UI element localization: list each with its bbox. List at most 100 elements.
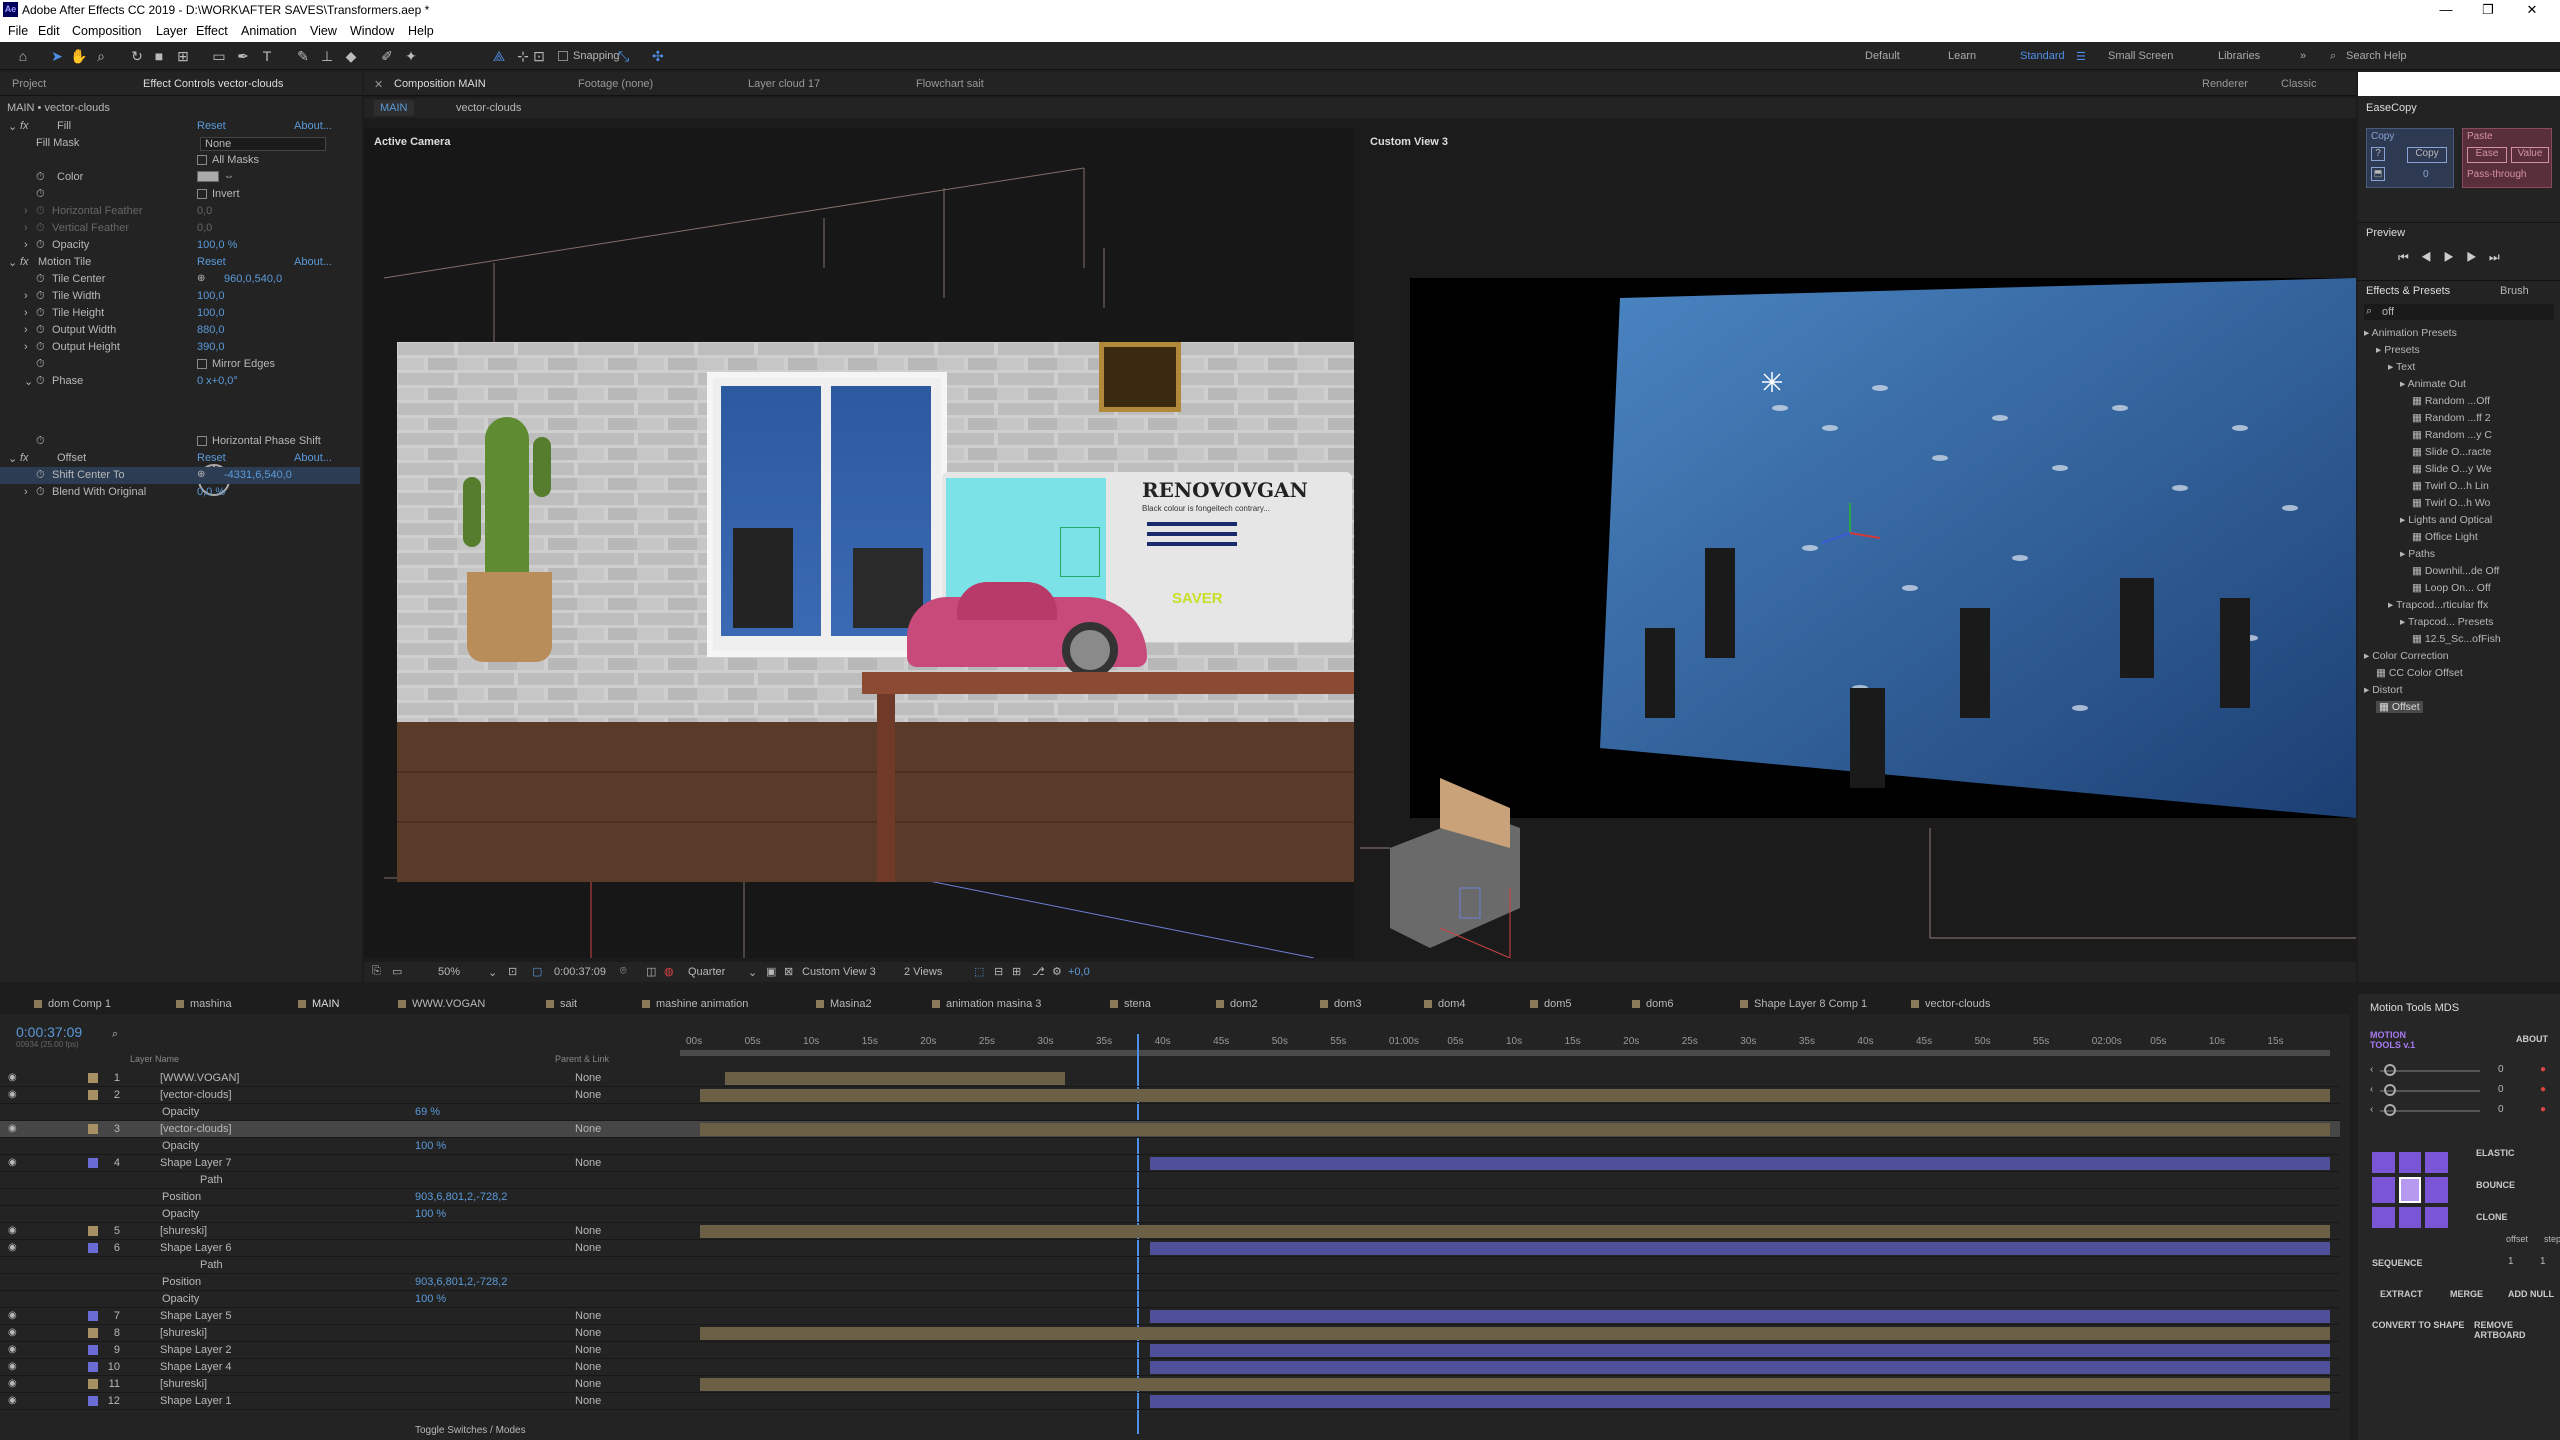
layer-duration-bar[interactable] xyxy=(700,1089,2330,1102)
stopwatch-icon[interactable]: ⏱ xyxy=(36,222,45,235)
pen-tool-icon[interactable]: ✒ xyxy=(234,47,252,65)
pass-through-checkbox[interactable]: Pass-through xyxy=(2467,169,2526,180)
add-null-button[interactable]: ADD NULL xyxy=(2508,1289,2554,1299)
timeline-tab[interactable]: dom6 xyxy=(1646,998,1674,1010)
anchor-cell[interactable] xyxy=(2425,1152,2448,1174)
all-masks-checkbox[interactable] xyxy=(197,155,207,166)
effects-tree-item[interactable]: ▦ Random ...ff 2 xyxy=(2412,412,2491,424)
property-name[interactable]: Path xyxy=(200,1259,223,1271)
fx-icon[interactable]: fx xyxy=(20,256,29,268)
label-color-swatch[interactable] xyxy=(88,1226,98,1236)
property-value[interactable]: 100,0 xyxy=(197,307,225,319)
timeline-tab[interactable]: dom4 xyxy=(1438,998,1466,1010)
anchor-cell[interactable] xyxy=(2372,1152,2395,1174)
pan-behind-icon[interactable]: ⊞ xyxy=(174,47,192,65)
close-button[interactable]: ✕ xyxy=(2522,2,2542,18)
property-name[interactable]: Opacity xyxy=(162,1106,199,1118)
expand-arrow-icon[interactable]: ⌄ xyxy=(8,256,17,269)
stopwatch-icon[interactable]: ⏱ xyxy=(36,307,45,320)
rectangle-tool-icon[interactable]: ▭ xyxy=(210,47,228,65)
clone-stamp-icon[interactable]: ⊥ xyxy=(318,47,336,65)
local-axis-icon[interactable]: ⟁ xyxy=(490,47,508,65)
effects-tree-item[interactable]: ▦ Loop On... Off xyxy=(2412,582,2491,594)
parent-dropdown[interactable]: None xyxy=(575,1242,601,1254)
layer-name[interactable]: [WWW.VOGAN] xyxy=(160,1072,239,1084)
property-name[interactable]: Position xyxy=(162,1276,201,1288)
type-tool-icon[interactable]: T xyxy=(258,47,276,65)
label-color-swatch[interactable] xyxy=(88,1124,98,1134)
view-dropdown[interactable]: Custom View 3 xyxy=(802,966,876,978)
reset-link[interactable]: Reset xyxy=(197,452,226,464)
tab-footage[interactable]: Footage (none) xyxy=(578,78,653,90)
property-row[interactable]: Path xyxy=(0,1257,2340,1274)
layer-row[interactable]: ◉ 10 Shape Layer 4 None xyxy=(0,1359,2340,1376)
visibility-eye-icon[interactable]: ◉ xyxy=(8,1361,17,1372)
mirror-edges-checkbox[interactable] xyxy=(197,359,207,370)
property-name[interactable]: Path xyxy=(200,1174,223,1186)
property-row[interactable]: Position 903,6,801,2,-728,2 xyxy=(0,1274,2340,1291)
layer-row[interactable]: ◉ 1 [WWW.VOGAN] None xyxy=(0,1070,2340,1087)
stopwatch-icon[interactable]: ⏱ xyxy=(36,375,45,388)
close-tab-icon[interactable]: ✕ xyxy=(374,78,383,91)
layer-duration-bar[interactable] xyxy=(700,1327,2330,1340)
timeline-tab[interactable]: dom5 xyxy=(1544,998,1572,1010)
timeline-tab[interactable]: animation masina 3 xyxy=(946,998,1041,1010)
timeline-tab[interactable]: Shape Layer 8 Comp 1 xyxy=(1754,998,1867,1010)
color-swatch[interactable] xyxy=(197,171,219,182)
current-timecode[interactable]: 0:00:37:09 xyxy=(16,1024,82,1040)
roto-brush-icon[interactable]: ✐ xyxy=(378,47,396,65)
property-value[interactable]: 903,6,801,2,-728,2 xyxy=(415,1276,507,1288)
layer-name[interactable]: Shape Layer 4 xyxy=(160,1361,232,1373)
anchor-cell[interactable] xyxy=(2425,1206,2448,1228)
layer-duration-bar[interactable] xyxy=(1150,1157,2330,1170)
timeline-tab[interactable]: dom Comp 1 xyxy=(48,998,111,1010)
menu-file[interactable]: File xyxy=(8,24,28,38)
parent-dropdown[interactable]: None xyxy=(575,1395,601,1407)
slider-value[interactable]: 0 xyxy=(2498,1084,2504,1095)
color-channel-icon[interactable]: ◍ xyxy=(664,965,674,978)
workspace-menu-icon[interactable]: ☰ xyxy=(2076,50,2086,63)
property-row[interactable]: Opacity 100 % xyxy=(0,1291,2340,1308)
visibility-eye-icon[interactable]: ◉ xyxy=(8,1123,17,1134)
label-color-swatch[interactable] xyxy=(88,1379,98,1389)
layer-duration-bar[interactable] xyxy=(1150,1395,2330,1408)
property-value[interactable]: 390,0 xyxy=(197,341,225,353)
sequence-step-value[interactable]: 1 xyxy=(2540,1256,2546,1267)
slider-value[interactable]: 0 xyxy=(2498,1064,2504,1075)
visibility-eye-icon[interactable]: ◉ xyxy=(8,1310,17,1321)
property-row[interactable]: Position 903,6,801,2,-728,2 xyxy=(0,1189,2340,1206)
camera-tool-icon[interactable]: ■ xyxy=(150,47,168,65)
layer-row[interactable]: ◉ 8 [shureski] None xyxy=(0,1325,2340,1342)
tab-brush[interactable]: Brush xyxy=(2500,285,2529,297)
expand-arrow-icon[interactable]: › xyxy=(24,205,28,217)
slider-value[interactable]: 0 xyxy=(2498,1104,2504,1115)
parent-dropdown[interactable]: None xyxy=(575,1310,601,1322)
menu-view[interactable]: View xyxy=(310,24,337,38)
tab-layer[interactable]: Layer cloud 17 xyxy=(748,78,820,90)
layer-row[interactable]: ◉ 7 Shape Layer 5 None xyxy=(0,1308,2340,1325)
parent-dropdown[interactable]: None xyxy=(575,1225,601,1237)
eraser-tool-icon[interactable]: ◆ xyxy=(342,47,360,65)
stopwatch-icon[interactable]: ⏱ xyxy=(36,171,45,184)
fx-icon[interactable]: fx xyxy=(20,452,29,464)
slider-knob[interactable] xyxy=(2384,1084,2396,1096)
crosshair-icon[interactable]: ⊕ xyxy=(197,273,205,284)
effects-tree-item[interactable]: ▸ Paths xyxy=(2400,548,2435,560)
workspace-standard[interactable]: Standard xyxy=(2020,50,2065,62)
fx-icon[interactable]: fx xyxy=(20,120,29,132)
about-link[interactable]: About... xyxy=(294,256,332,268)
slider-left-icon[interactable]: ‹ xyxy=(2370,1064,2373,1075)
effects-tree-item[interactable]: ▦ Twirl O...h Lin xyxy=(2412,480,2489,492)
search-help-input[interactable]: Search Help xyxy=(2346,50,2407,62)
tab-effects-presets[interactable]: Effects & Presets xyxy=(2366,285,2450,297)
rotate-tool-icon[interactable]: ↻ xyxy=(128,47,146,65)
stopwatch-icon[interactable]: ⏱ xyxy=(36,358,45,371)
visibility-eye-icon[interactable]: ◉ xyxy=(8,1344,17,1355)
views-dropdown[interactable]: 2 Views xyxy=(904,966,942,978)
view-axis-icon[interactable]: ⊡ xyxy=(530,47,548,65)
toggle-pixel-icon[interactable]: ⬚ xyxy=(974,965,984,978)
convert-to-shape-button[interactable]: CONVERT TO SHAPE xyxy=(2372,1320,2464,1330)
effects-tree-item[interactable]: ▸ Presets xyxy=(2376,344,2420,356)
timeline-icon[interactable]: ⊞ xyxy=(1012,965,1021,978)
anchor-cell[interactable] xyxy=(2372,1177,2395,1203)
